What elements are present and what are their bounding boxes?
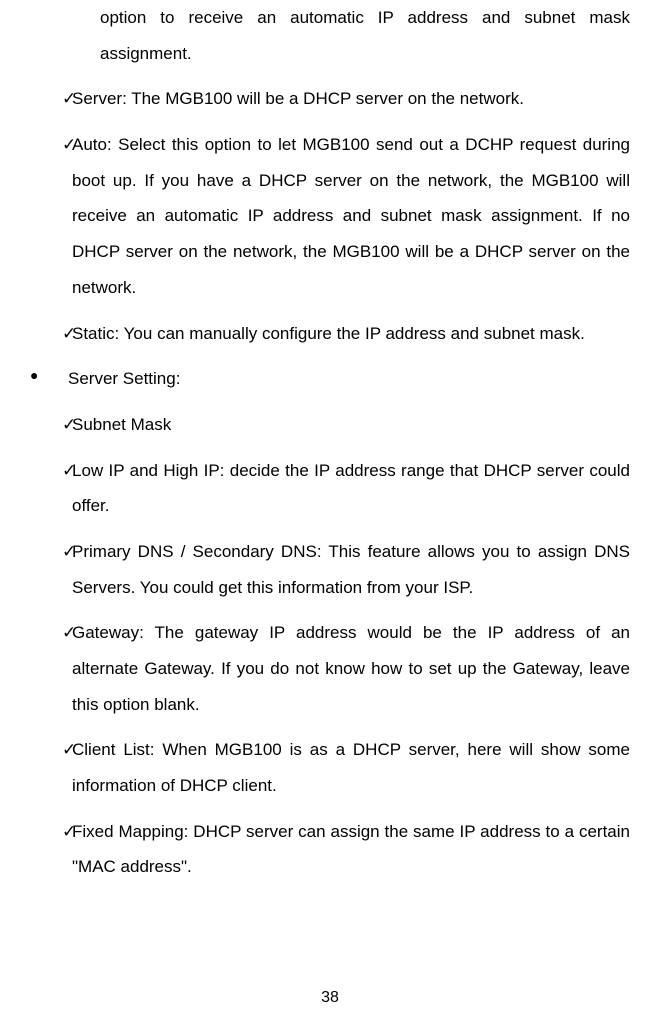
list-item-text: Gateway: The gateway IP address would be…: [72, 615, 630, 722]
bullet-heading: Server Setting:: [68, 361, 630, 397]
list-item: ✓ Low IP and High IP: decide the IP addr…: [30, 453, 630, 524]
list-item-text: Subnet Mask: [72, 407, 630, 443]
document-content: option to receive an automatic IP addres…: [30, 0, 630, 885]
checkmark-icon: ✓: [30, 407, 72, 443]
page-number: 38: [0, 989, 660, 1007]
list-item-text: Client List: When MGB100 is as a DHCP se…: [72, 732, 630, 803]
checkmark-icon: ✓: [30, 534, 72, 605]
checkmark-icon: ✓: [30, 453, 72, 524]
bullet-icon: ●: [30, 361, 68, 397]
checkmark-icon: ✓: [30, 81, 72, 117]
checkmark-icon: ✓: [30, 127, 72, 305]
list-item: ✓ Fixed Mapping: DHCP server can assign …: [30, 814, 630, 885]
checkmark-icon: ✓: [30, 615, 72, 722]
list-item: ✓ Server: The MGB100 will be a DHCP serv…: [30, 81, 630, 117]
list-item-text: Primary DNS / Secondary DNS: This featur…: [72, 534, 630, 605]
list-item-text: Auto: Select this option to let MGB100 s…: [72, 127, 630, 305]
list-item: ✓ Subnet Mask: [30, 407, 630, 443]
list-item-text: Server: The MGB100 will be a DHCP server…: [72, 81, 630, 117]
list-item: ✓ Primary DNS / Secondary DNS: This feat…: [30, 534, 630, 605]
list-item: ✓ Static: You can manually configure the…: [30, 316, 630, 352]
checkmark-icon: ✓: [30, 814, 72, 885]
list-item-text: Fixed Mapping: DHCP server can assign th…: [72, 814, 630, 885]
checkmark-icon: ✓: [30, 732, 72, 803]
checkmark-icon: ✓: [30, 316, 72, 352]
list-item: ✓ Auto: Select this option to let MGB100…: [30, 127, 630, 305]
list-item-text: Static: You can manually configure the I…: [72, 316, 630, 352]
list-item-text: Low IP and High IP: decide the IP addres…: [72, 453, 630, 524]
list-item: ✓ Gateway: The gateway IP address would …: [30, 615, 630, 722]
list-item: ✓ Client List: When MGB100 is as a DHCP …: [30, 732, 630, 803]
continuation-text: option to receive an automatic IP addres…: [100, 0, 630, 71]
bullet-item: ● Server Setting:: [30, 361, 630, 397]
